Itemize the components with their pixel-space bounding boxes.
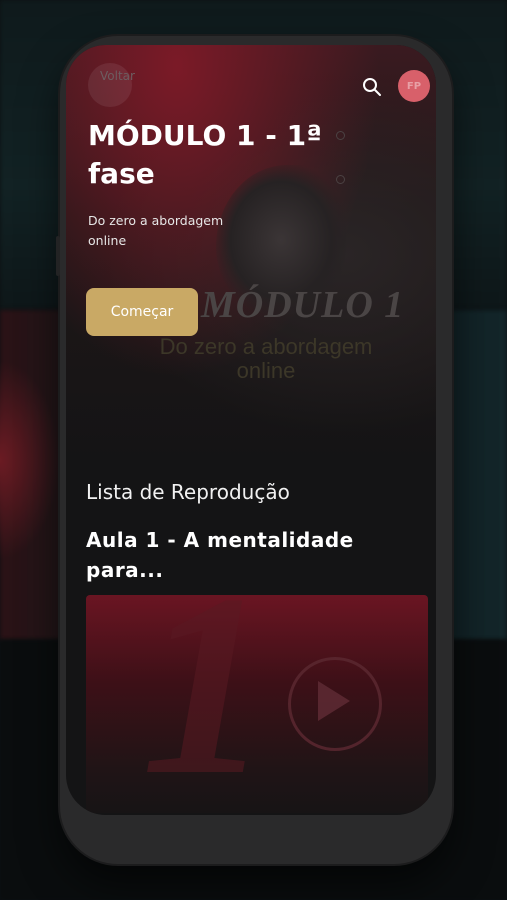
lesson-thumbnail[interactable]: 1	[86, 595, 428, 813]
avatar[interactable]: FP	[398, 70, 430, 102]
start-button[interactable]: Começar	[86, 288, 198, 336]
hero-description: Do zero a abordagem online	[88, 213, 224, 248]
back-label[interactable]: Voltar	[100, 69, 135, 83]
background-glow	[0, 360, 60, 560]
search-icon[interactable]	[362, 77, 382, 97]
hero-art-title: MÓDULO 1	[201, 284, 405, 326]
playlist-heading: Lista de Reprodução	[86, 480, 290, 504]
decorative-dot	[336, 175, 345, 184]
top-bar: Voltar FP	[66, 45, 436, 125]
lesson-title[interactable]: Aula 1 - A mentalidade para...	[86, 525, 386, 585]
decorative-dot	[336, 131, 345, 140]
page-title: MÓDULO 1 - 1ª fase	[88, 119, 322, 190]
play-icon[interactable]	[318, 681, 350, 721]
phone-side-button	[56, 236, 60, 276]
app-screen: MÓDULO 1 Do zero a abordagem online Volt…	[66, 45, 436, 815]
thumbnail-numeral-art: 1	[141, 595, 271, 813]
hero-art-subtitle: Do zero a abordagem online	[159, 334, 373, 383]
